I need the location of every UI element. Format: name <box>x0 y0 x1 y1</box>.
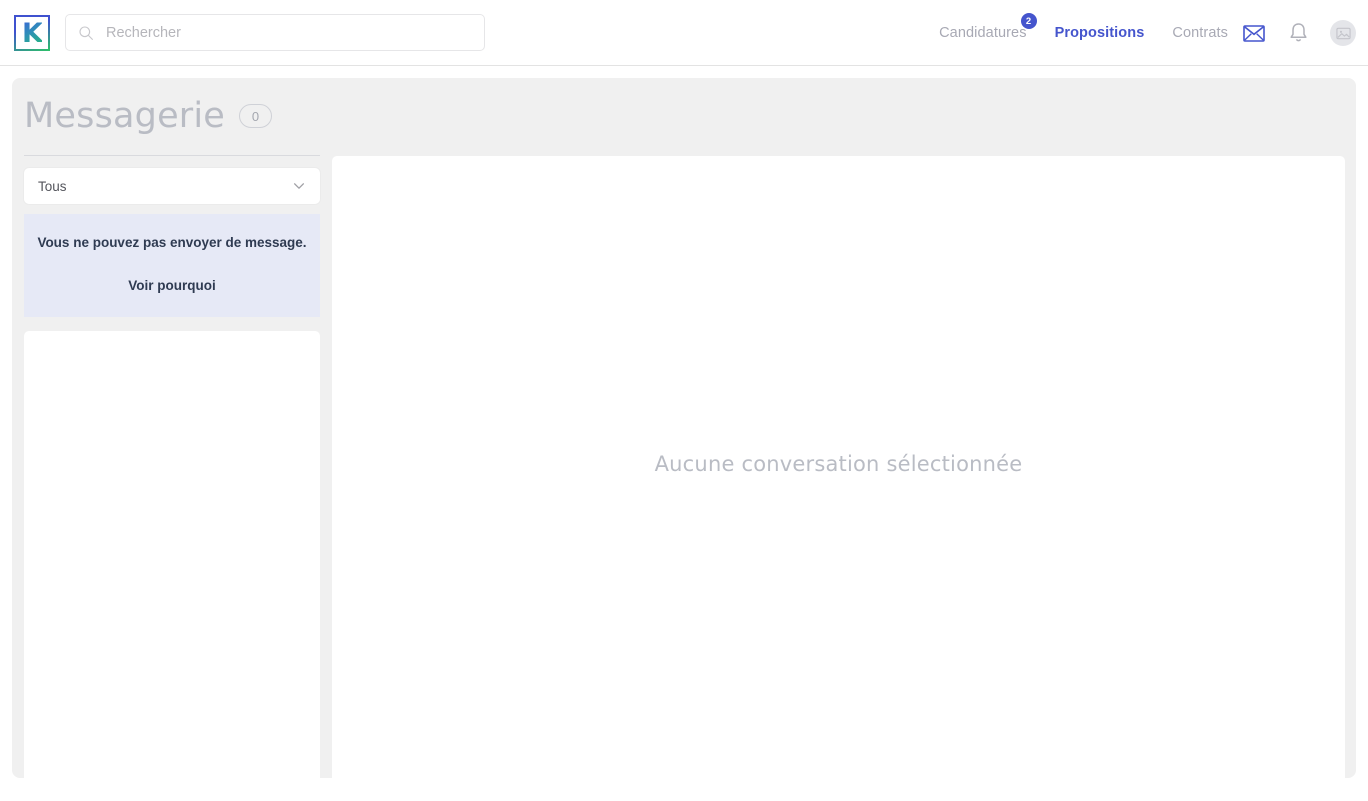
chevron-down-icon <box>293 183 305 189</box>
message-count-badge: 0 <box>239 104 273 128</box>
title-divider <box>24 155 320 156</box>
conversation-list[interactable] <box>24 330 320 801</box>
header-icon-group <box>1242 0 1356 66</box>
messaging-disabled-notice: Vous ne pouvez pas envoyer de message. V… <box>24 214 320 317</box>
bell-icon <box>1289 23 1307 42</box>
notifications-button[interactable] <box>1286 21 1310 45</box>
mail-icon <box>1243 24 1265 42</box>
mail-button[interactable] <box>1242 21 1266 45</box>
conversation-detail-panel: Aucune conversation sélectionnée <box>332 156 1345 778</box>
page-title: Messagerie <box>24 96 226 136</box>
page-header: Messagerie 0 <box>24 96 273 136</box>
conversation-sidebar: Tous Vous ne pouvez pas envoyer de messa… <box>24 168 320 801</box>
page-card: Messagerie 0 Tous Vous ne pouvez pas env… <box>12 78 1356 801</box>
see-why-link[interactable]: Voir pourquoi <box>34 278 310 293</box>
nav-item-contrats[interactable]: Contrats <box>1172 25 1228 41</box>
empty-state-message: Aucune conversation sélectionnée <box>654 452 1023 476</box>
nav-label-propositions: Propositions <box>1054 25 1145 41</box>
messaging-disabled-text: Vous ne pouvez pas envoyer de message. <box>37 235 307 250</box>
avatar[interactable] <box>1330 20 1356 46</box>
main-nav: Candidatures 2 Propositions Contrats <box>939 0 1228 66</box>
nav-label-contrats: Contrats <box>1172 25 1228 41</box>
candidatures-count-badge: 2 <box>1020 13 1037 29</box>
nav-item-candidatures[interactable]: Candidatures 2 <box>939 13 1037 41</box>
logo-letter-icon: K <box>22 17 43 49</box>
top-navigation-bar: K Candidatures 2 Propositions Contrats <box>0 0 1368 66</box>
nav-item-propositions[interactable]: Propositions <box>1055 25 1145 41</box>
search-icon <box>79 25 93 40</box>
app-logo[interactable]: K <box>14 15 50 51</box>
conversation-filter-select[interactable]: Tous <box>24 168 320 204</box>
conversation-filter-value: Tous <box>38 178 67 194</box>
avatar-placeholder-icon <box>1335 27 1351 39</box>
nav-label-candidatures: Candidatures <box>939 25 1027 41</box>
search-box[interactable] <box>65 14 485 51</box>
search-input[interactable] <box>106 24 472 41</box>
